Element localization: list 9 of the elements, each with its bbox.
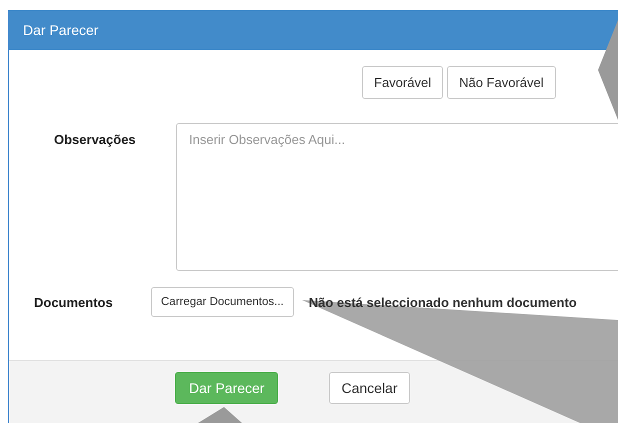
upload-documents-button[interactable]: Carregar Documentos... (151, 287, 294, 317)
dialog-title: Dar Parecer (9, 10, 618, 50)
verdict-button[interactable]: Não Favorável (447, 66, 556, 99)
cancel-button[interactable]: Cancelar (329, 372, 410, 404)
documents-label: Documentos (33, 294, 114, 310)
observations-label: Observações (53, 131, 137, 149)
verdict-button[interactable]: Favorável (362, 66, 444, 99)
observations-field[interactable]: Inserir Observações Aqui... (176, 123, 618, 271)
callout-arrow (198, 407, 242, 423)
